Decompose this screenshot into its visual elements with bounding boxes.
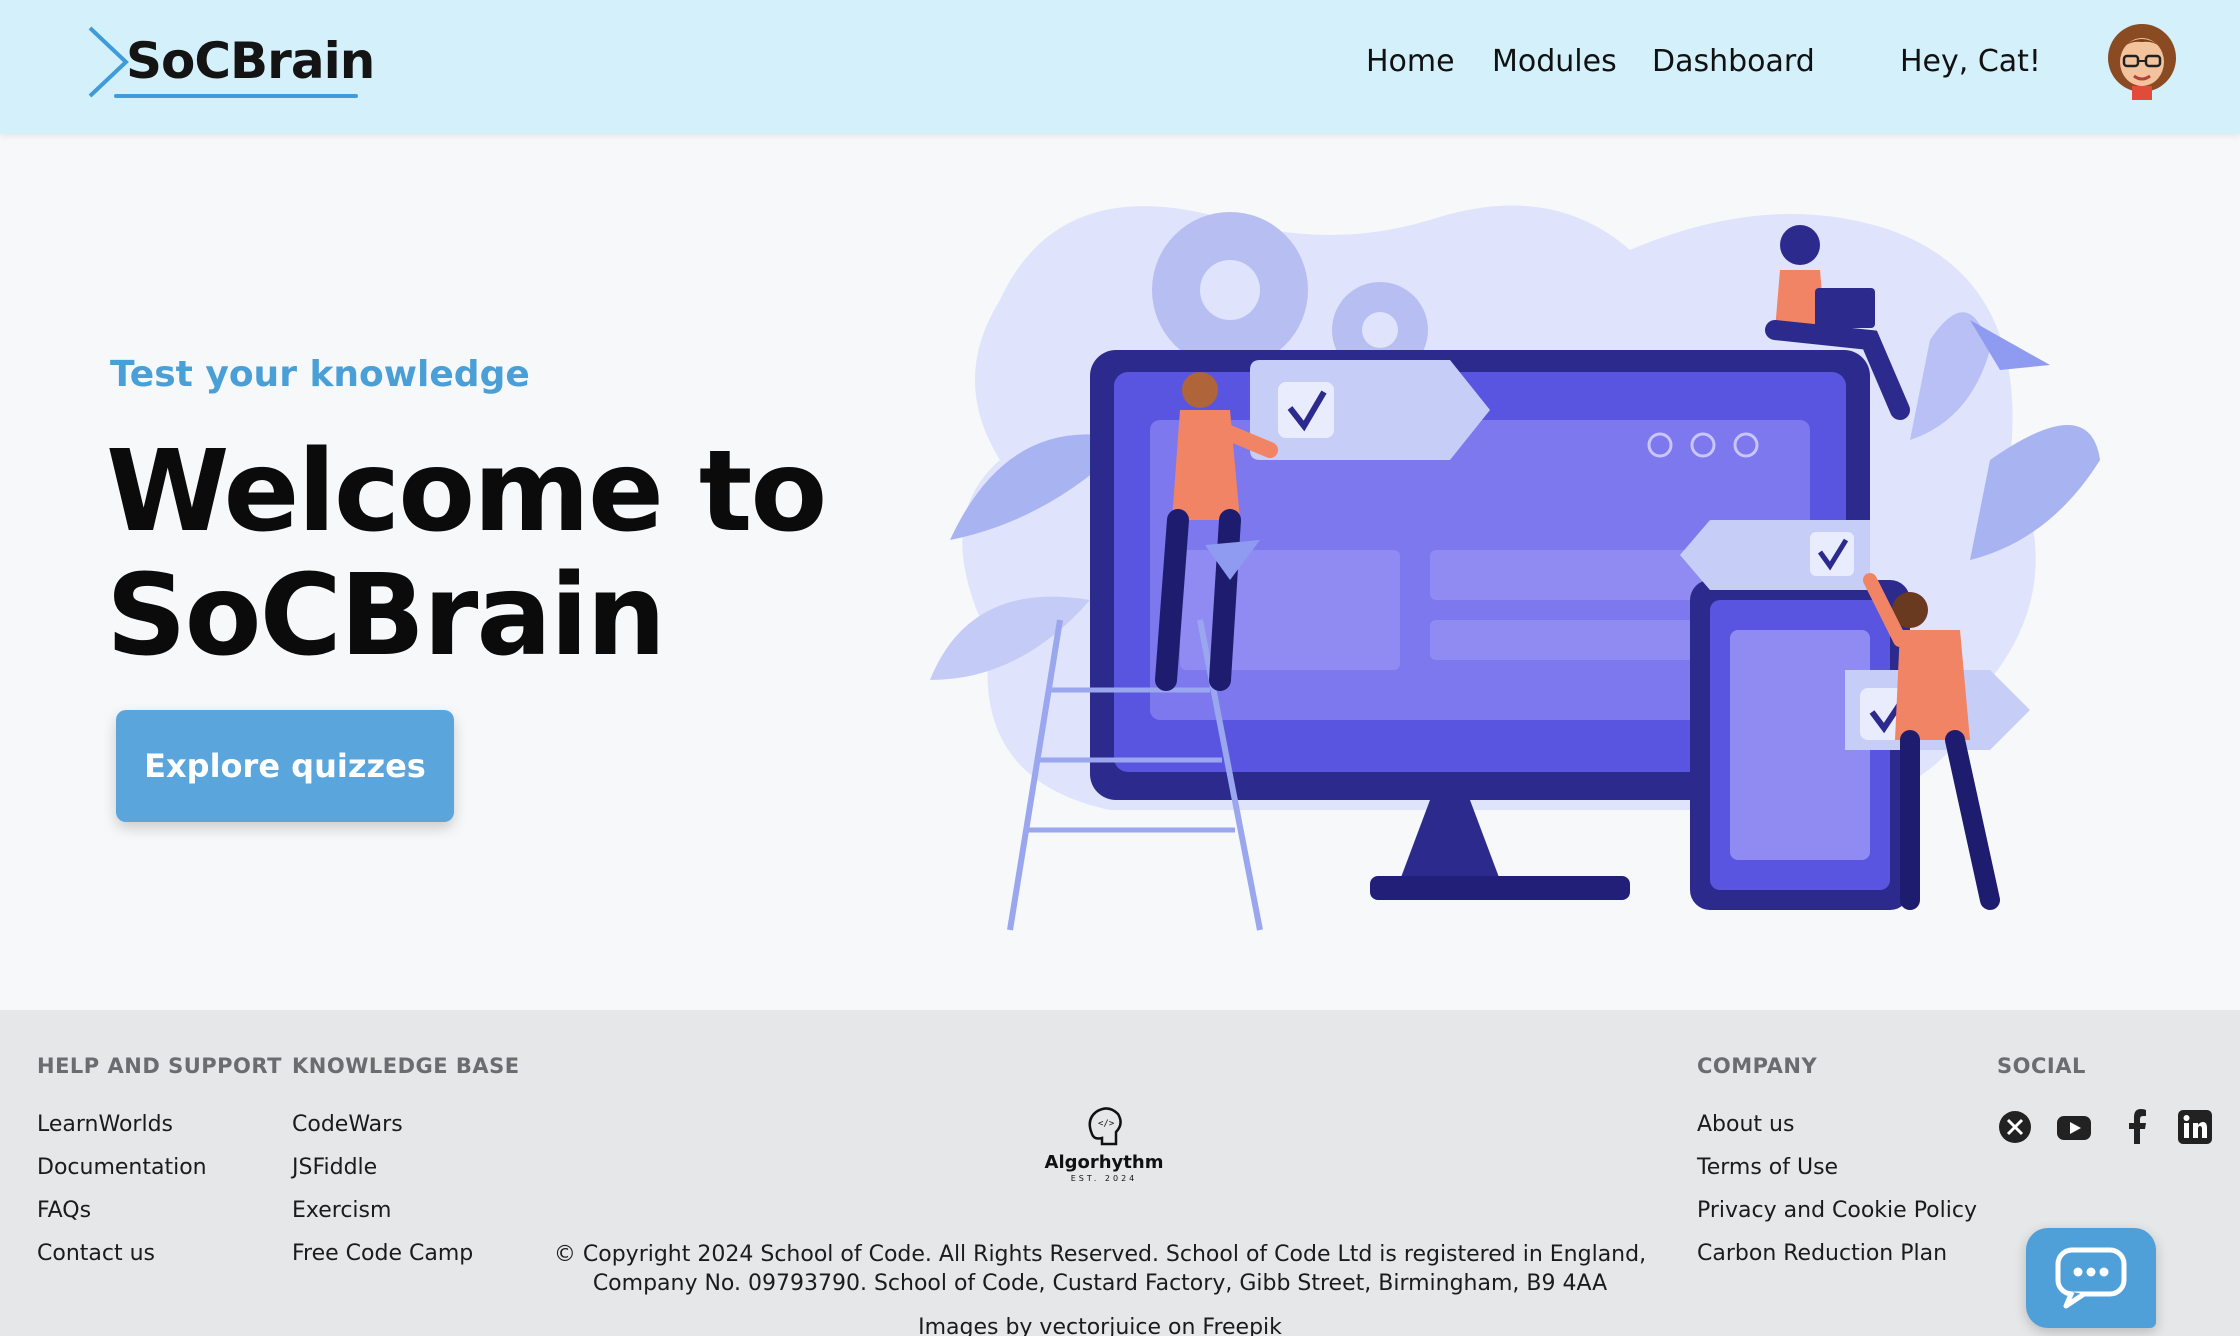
link-carbon-reduction-plan[interactable]: Carbon Reduction Plan <box>1697 1241 1947 1266</box>
chat-button[interactable] <box>2026 1228 2156 1328</box>
link-about-us[interactable]: About us <box>1697 1112 1794 1137</box>
top-navbar: SoCBrain Home Modules Dashboard Hey, Cat… <box>0 0 2240 134</box>
site-footer: HELP AND SUPPORT LearnWorlds Documentati… <box>0 1010 2240 1336</box>
explore-quizzes-button[interactable]: Explore quizzes <box>116 710 454 822</box>
chat-bubble-icon <box>2055 1247 2127 1309</box>
avatar[interactable] <box>2106 22 2178 100</box>
link-privacy-cookie-policy[interactable]: Privacy and Cookie Policy <box>1697 1198 1977 1223</box>
help-support-heading: HELP AND SUPPORT <box>37 1054 282 1078</box>
algorhythm-logo: </> Algorhythm EST. 2024 <box>1044 1102 1164 1188</box>
x-icon[interactable] <box>1996 1108 2034 1146</box>
social-heading: SOCIAL <box>1997 1054 2086 1078</box>
link-jsfiddle[interactable]: JSFiddle <box>292 1155 377 1180</box>
facebook-icon[interactable] <box>2118 1108 2156 1146</box>
brain-head-icon: </> <box>1088 1107 1122 1146</box>
link-documentation[interactable]: Documentation <box>37 1155 207 1180</box>
copyright-text: © Copyright 2024 School of Code. All Rig… <box>553 1242 1647 1296</box>
link-free-code-camp[interactable]: Free Code Camp <box>292 1241 473 1266</box>
brand-name: Algorhythm <box>1044 1152 1164 1173</box>
nav-home[interactable]: Home <box>1366 44 1455 79</box>
link-codewars[interactable]: CodeWars <box>292 1112 403 1137</box>
nav-dashboard[interactable]: Dashboard <box>1652 44 1815 79</box>
brand-est: EST. 2024 <box>1070 1174 1138 1183</box>
svg-text:</>: </> <box>1098 1119 1115 1129</box>
company-heading: COMPANY <box>1697 1054 1818 1078</box>
link-faqs[interactable]: FAQs <box>37 1198 91 1223</box>
logo-text: SoCBrain <box>126 32 375 90</box>
user-greeting: Hey, Cat! <box>1900 44 2041 79</box>
nav-modules[interactable]: Modules <box>1492 44 1617 79</box>
knowledge-base-heading: KNOWLEDGE BASE <box>292 1054 520 1078</box>
link-terms-of-use[interactable]: Terms of Use <box>1697 1155 1838 1180</box>
hero-title: Welcome to SoCBrain <box>106 427 827 681</box>
logo-underline <box>114 94 358 98</box>
youtube-icon[interactable] <box>2055 1108 2093 1146</box>
image-credit: Images by vectorjuice on Freepik <box>918 1315 1282 1336</box>
logo-chevron-icon <box>88 26 129 98</box>
hero-illustration <box>930 205 2100 931</box>
linkedin-icon[interactable] <box>2176 1108 2214 1146</box>
hero-subtitle: Test your knowledge <box>110 354 530 395</box>
link-contact-us[interactable]: Contact us <box>37 1241 155 1266</box>
link-exercism[interactable]: Exercism <box>292 1198 391 1223</box>
socbrain-logo[interactable]: SoCBrain <box>86 26 375 102</box>
link-learnworlds[interactable]: LearnWorlds <box>37 1112 173 1137</box>
